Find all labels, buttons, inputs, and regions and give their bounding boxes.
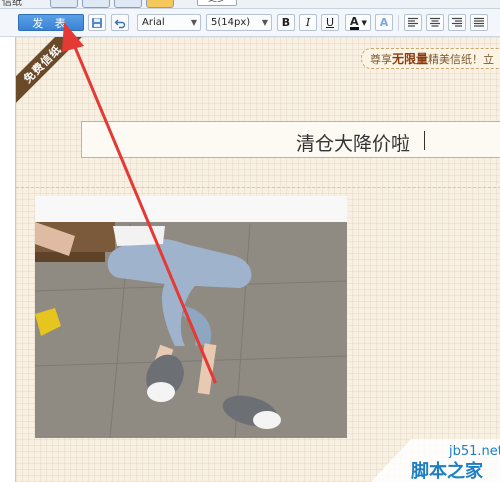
annotation-arrow [62, 22, 217, 384]
